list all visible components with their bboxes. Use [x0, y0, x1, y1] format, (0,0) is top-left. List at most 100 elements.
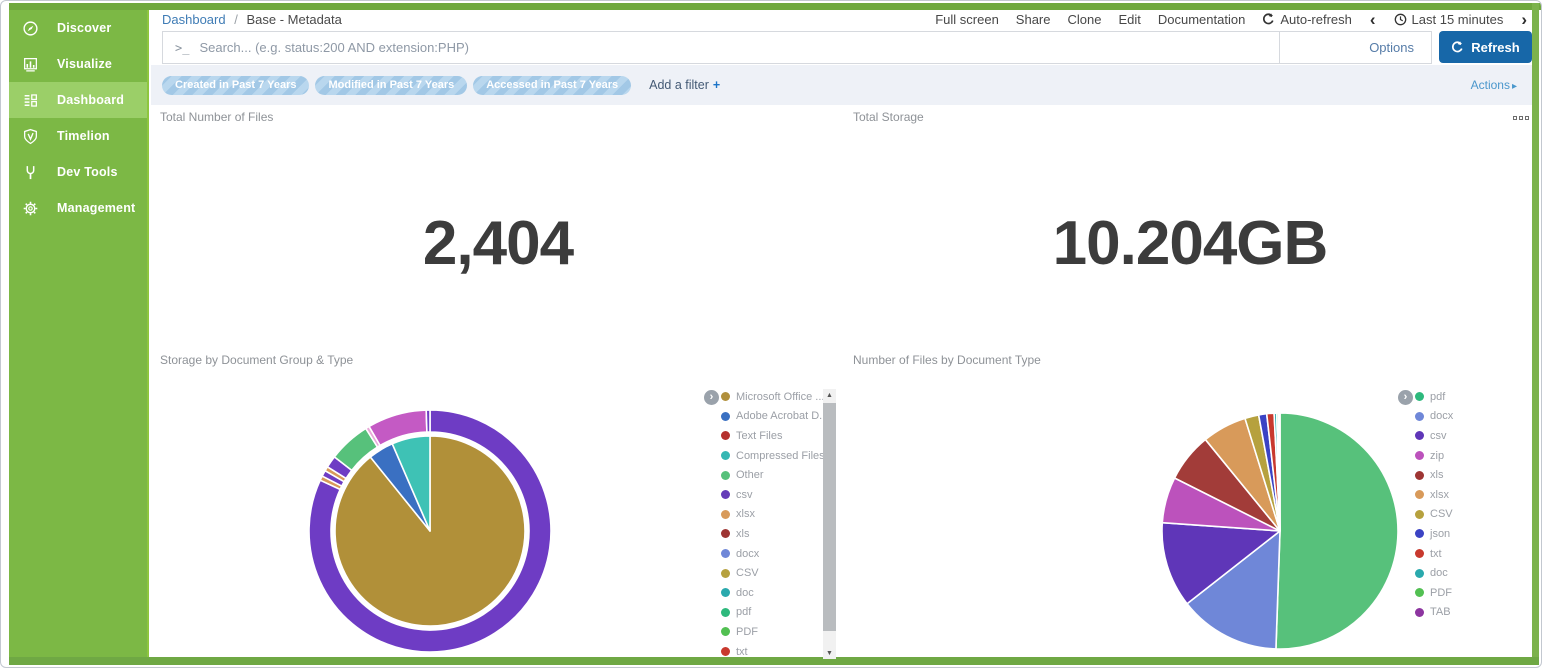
legend-label: Adobe Acrobat D... [736, 410, 828, 422]
legend-item-csv[interactable]: CSV [721, 563, 833, 583]
legend-item-docx[interactable]: docx [1415, 407, 1527, 427]
nav-edit-button[interactable]: Edit [1118, 12, 1140, 27]
legend-item-docx[interactable]: docx [721, 544, 833, 564]
breadcrumb-dashboard-link[interactable]: Dashboard [162, 12, 226, 27]
filter-bar: Created in Past 7 Years Modified in Past … [151, 65, 1532, 105]
legend-color-dot [721, 490, 730, 499]
legend-color-dot [1415, 392, 1424, 401]
search-input[interactable] [199, 32, 1279, 63]
nav-documentation-button[interactable]: Documentation [1158, 12, 1245, 27]
legend-color-dot [721, 627, 730, 636]
sidebar-item-visualize[interactable]: Visualize [9, 46, 147, 82]
add-filter-button[interactable]: Add a filter+ [649, 78, 720, 92]
legend-item-txt[interactable]: txt [1415, 544, 1527, 564]
legend-item-xls[interactable]: xls [1415, 465, 1527, 485]
legend-item-xlsx[interactable]: xlsx [1415, 485, 1527, 505]
legend-label: csv [736, 489, 753, 501]
legend-item-doc[interactable]: doc [1415, 563, 1527, 583]
filter-pill[interactable]: Created in Past 7 Years [162, 76, 309, 95]
time-range-picker[interactable]: Last 15 minutes [1394, 12, 1504, 27]
legend-label: Compressed Files [736, 450, 825, 462]
legend-color-dot [721, 392, 730, 401]
legend-item-other[interactable]: Other [721, 465, 833, 485]
wrench-icon [22, 164, 39, 181]
options-button[interactable]: Options [1369, 40, 1431, 55]
sidebar-item-dev-tools[interactable]: Dev Tools [9, 154, 147, 190]
breadcrumb-current-page: Base - Metadata [246, 12, 341, 27]
legend-item-csv[interactable]: csv [1415, 426, 1527, 446]
legend-item-doc[interactable]: doc [721, 583, 833, 603]
legend-item-pdf[interactable]: PDF [721, 622, 833, 642]
sidebar-item-management[interactable]: Management [9, 190, 147, 226]
legend-color-dot [1415, 490, 1424, 499]
kibana-window: DiscoverVisualizeDashboardTimelionDev To… [0, 0, 1542, 668]
legend-label: docx [736, 548, 759, 560]
sidebar-item-timelion[interactable]: Timelion [9, 118, 147, 154]
legend-scrollbar[interactable]: ▲ ▼ [823, 389, 836, 659]
legend-item-xlsx[interactable]: xlsx [721, 505, 833, 525]
legend-item-microsoft-office-[interactable]: Microsoft Office ... [721, 387, 833, 407]
legend-item-txt[interactable]: txt [721, 642, 833, 662]
filter-pill[interactable]: Accessed in Past 7 Years [473, 76, 631, 95]
legend-label: PDF [736, 626, 758, 638]
sidebar-item-label: Dev Tools [57, 165, 118, 179]
legend-item-adobe-acrobat-d-[interactable]: Adobe Acrobat D... [721, 407, 833, 427]
legend-label: CSV [1430, 508, 1453, 520]
legend-color-dot [1415, 431, 1424, 440]
query-prompt-icon: >_ [163, 41, 199, 55]
legend-color-dot [1415, 569, 1424, 578]
legend-item-tab[interactable]: TAB [1415, 603, 1527, 623]
sidebar-item-dashboard[interactable]: Dashboard [9, 82, 147, 118]
legend-collapse-icon[interactable]: › [704, 390, 719, 405]
legend-color-dot [721, 529, 730, 538]
time-prev-button[interactable]: ‹ [1369, 11, 1377, 28]
legend-label: xls [1430, 469, 1443, 481]
legend-item-pdf[interactable]: pdf [721, 603, 833, 623]
sidebar-nav: DiscoverVisualizeDashboardTimelion Dev To… [9, 10, 149, 657]
legend-label: doc [736, 587, 754, 599]
legend-label: csv [1430, 430, 1447, 442]
panel-menu-icon[interactable] [1513, 116, 1529, 120]
legend-color-dot [721, 549, 730, 558]
panel-actions-button[interactable]: Actions▸ [1471, 78, 1517, 92]
nav-share-button[interactable]: Share [1016, 12, 1051, 27]
sidebar-item-discover[interactable]: Discover [9, 10, 147, 46]
legend-label: zip [1430, 450, 1444, 462]
scroll-thumb[interactable] [823, 403, 836, 631]
legend-item-xls[interactable]: xls [721, 524, 833, 544]
legend-item-json[interactable]: json [1415, 524, 1527, 544]
pie-slice-csv[interactable] [426, 410, 430, 432]
top-accent-bar [9, 3, 1541, 10]
refresh-button[interactable]: Refresh [1439, 31, 1532, 63]
nav-full-screen-button[interactable]: Full screen [935, 12, 999, 27]
scroll-down-icon[interactable]: ▼ [823, 647, 836, 659]
nav-clone-button[interactable]: Clone [1068, 12, 1102, 27]
scroll-up-icon[interactable]: ▲ [823, 389, 836, 401]
pie-slice-pdf[interactable] [1276, 413, 1398, 649]
legend-item-compressed-files[interactable]: Compressed Files [721, 446, 833, 466]
legend-item-csv[interactable]: csv [721, 485, 833, 505]
auto-refresh-button[interactable]: Auto-refresh [1262, 12, 1352, 27]
legend-label: txt [1430, 548, 1442, 560]
legend-item-pdf[interactable]: PDF [1415, 583, 1527, 603]
legend-collapse-icon[interactable]: › [1398, 390, 1413, 405]
top-nav: Full screen Share Clone Edit Documentation A… [935, 11, 1528, 28]
legend-color-dot [721, 588, 730, 597]
legend-label: CSV [736, 567, 759, 579]
time-next-button[interactable]: › [1520, 11, 1528, 28]
legend-item-text-files[interactable]: Text Files [721, 426, 833, 446]
filter-pill[interactable]: Modified in Past 7 Years [315, 76, 467, 95]
breadcrumb-separator: / [234, 12, 238, 27]
legend-color-dot [1415, 549, 1424, 558]
legend-label: pdf [1430, 391, 1445, 403]
legend-item-zip[interactable]: zip [1415, 446, 1527, 466]
legend-label: PDF [1430, 587, 1452, 599]
legend-color-dot [721, 412, 730, 421]
breadcrumb: Dashboard / Base - Metadata [162, 12, 342, 27]
shield-clock-icon [22, 128, 39, 145]
actions-arrow-icon: ▸ [1512, 81, 1517, 92]
plus-icon: + [713, 78, 720, 92]
legend-item-csv[interactable]: CSV [1415, 505, 1527, 525]
legend-color-dot [1415, 608, 1424, 617]
legend-item-pdf[interactable]: pdf [1415, 387, 1527, 407]
